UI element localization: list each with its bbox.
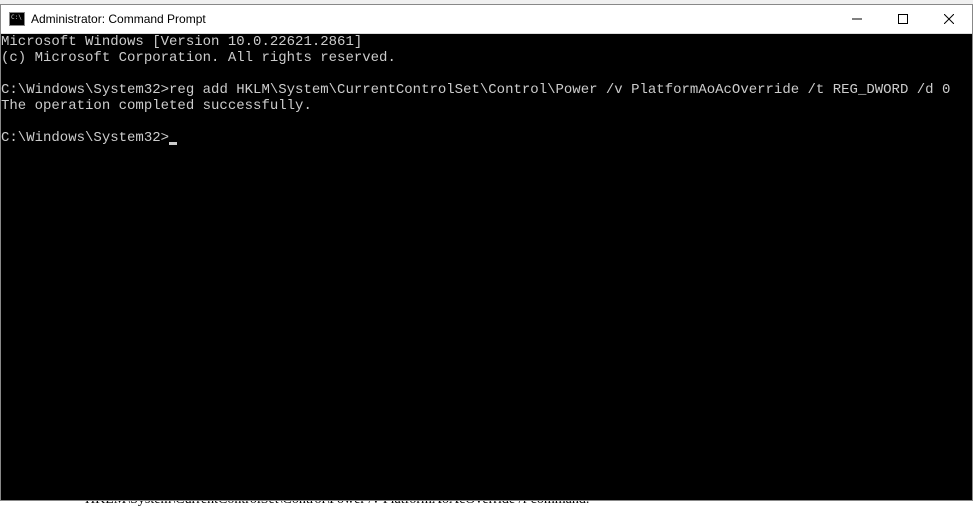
window-controls [834, 5, 972, 33]
maximize-icon [898, 14, 908, 24]
maximize-button[interactable] [880, 5, 926, 33]
console-line: C:\Windows\System32>reg add HKLM\System\… [1, 82, 950, 98]
cursor [169, 142, 177, 145]
close-icon [944, 14, 954, 24]
cmd-icon [9, 12, 25, 26]
prompt: C:\Windows\System32> [1, 82, 169, 98]
console-line: (c) Microsoft Corporation. All rights re… [1, 50, 396, 66]
window-title: Administrator: Command Prompt [31, 12, 206, 26]
minimize-icon [852, 14, 862, 24]
console-line: C:\Windows\System32> [1, 130, 177, 146]
background-text-strip: HKLM\System\CurrentControlSet\Control\Po… [0, 501, 973, 518]
title-left: Administrator: Command Prompt [1, 12, 206, 26]
console-line: The operation completed successfully. [1, 98, 312, 114]
prompt: C:\Windows\System32> [1, 130, 169, 146]
console-output[interactable]: Microsoft Windows [Version 10.0.22621.28… [1, 34, 972, 500]
close-button[interactable] [926, 5, 972, 33]
command-text: reg add HKLM\System\CurrentControlSet\Co… [169, 82, 950, 98]
minimize-button[interactable] [834, 5, 880, 33]
command-prompt-window: Administrator: Command Prompt Microsoft … [0, 4, 973, 501]
console-line: Microsoft Windows [Version 10.0.22621.28… [1, 34, 362, 50]
titlebar[interactable]: Administrator: Command Prompt [1, 5, 972, 34]
background-text: HKLM\System\CurrentControlSet\Control\Po… [85, 501, 589, 507]
